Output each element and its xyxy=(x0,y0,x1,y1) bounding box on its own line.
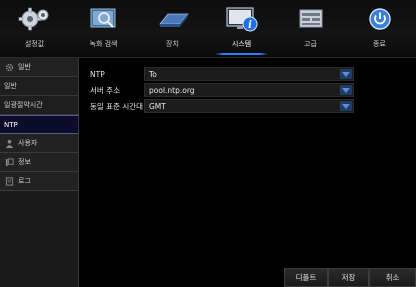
hard-drive-icon xyxy=(158,13,189,27)
advanced-panel-icon xyxy=(299,9,322,28)
sidebar-item-general-header[interactable]: 일반 xyxy=(0,58,78,77)
tab-record-search-label: 녹화 검색 xyxy=(89,40,118,48)
sidebar-item-daylight-saving[interactable]: 일광절약시간 xyxy=(0,96,78,115)
chevron-down-icon[interactable] xyxy=(340,101,352,111)
ntp-settings-panel: NTP To 서버 주소 pool.ntp.org 동일 표준 시간대 GMT xyxy=(80,58,416,287)
sidebar-item-label: 일광절약시간 xyxy=(4,101,43,109)
tab-exit[interactable]: 종료 xyxy=(345,0,414,58)
chevron-down-icon[interactable] xyxy=(340,85,352,95)
tab-device-label: 장치 xyxy=(166,40,179,48)
server-address-value: pool.ntp.org xyxy=(149,85,195,95)
power-icon xyxy=(368,8,391,30)
tab-record-search[interactable]: 녹화 검색 xyxy=(69,0,138,58)
sidebar-item-ntp[interactable]: NTP xyxy=(0,115,78,134)
sidebar-item-general[interactable]: 일반 xyxy=(0,77,78,96)
search-playback-icon xyxy=(90,8,115,28)
ntp-dropdown-value: To xyxy=(149,69,157,79)
timezone-label: 동일 표준 시간대 xyxy=(90,101,144,111)
default-button[interactable]: 디폴트 xyxy=(284,268,328,287)
sidebar: 일반 일반 일광절약시간 NTP 사용자 정보 로그 xyxy=(0,58,79,287)
active-tab-indicator xyxy=(215,53,268,55)
gear-icon xyxy=(4,62,14,72)
sidebar-item-log[interactable]: 로그 xyxy=(0,172,78,191)
sidebar-item-label: 일반 xyxy=(18,63,31,71)
chevron-down-icon[interactable] xyxy=(340,69,352,79)
gears-icon xyxy=(18,7,48,31)
tab-system[interactable]: i 시스템 xyxy=(207,0,276,58)
save-button[interactable]: 저장 xyxy=(328,268,369,287)
sidebar-item-label: 로그 xyxy=(18,177,31,185)
sidebar-item-label: 정보 xyxy=(18,158,31,166)
sidebar-item-info[interactable]: 정보 xyxy=(0,153,78,172)
tab-settings-label: 설정값 xyxy=(24,40,45,48)
server-address-row: 서버 주소 pool.ntp.org xyxy=(80,83,354,97)
tab-exit-label: 종료 xyxy=(373,40,386,48)
cancel-button[interactable]: 취소 xyxy=(369,268,416,287)
user-icon xyxy=(4,138,14,148)
timezone-row: 동일 표준 시간대 GMT xyxy=(80,99,354,113)
ntp-dropdown[interactable]: To xyxy=(144,67,354,81)
sidebar-item-user[interactable]: 사용자 xyxy=(0,134,78,153)
tab-advanced[interactable]: 고급 xyxy=(276,0,345,58)
ntp-label: NTP xyxy=(90,69,105,79)
sidebar-item-label: 일반 xyxy=(4,82,17,90)
top-toolbar: 설정값 녹화 검색 장치 i 시스템 고급 종료 xyxy=(0,0,416,58)
tab-advanced-label: 고급 xyxy=(304,40,317,48)
system-info-icon: i xyxy=(225,7,257,32)
svg-text:i: i xyxy=(248,20,252,31)
tab-device[interactable]: 장치 xyxy=(138,0,207,58)
timezone-dropdown[interactable]: GMT xyxy=(144,99,354,113)
tab-settings[interactable]: 설정값 xyxy=(0,0,69,58)
info-icon xyxy=(4,157,14,167)
server-address-dropdown[interactable]: pool.ntp.org xyxy=(144,83,354,97)
sidebar-item-label: 사용자 xyxy=(18,139,38,147)
ntp-row: NTP To xyxy=(80,67,354,81)
server-address-label: 서버 주소 xyxy=(90,85,120,95)
log-icon xyxy=(4,176,14,186)
tab-system-label: 시스템 xyxy=(231,40,252,48)
timezone-value: GMT xyxy=(149,101,166,111)
sidebar-item-label: NTP xyxy=(4,120,18,129)
